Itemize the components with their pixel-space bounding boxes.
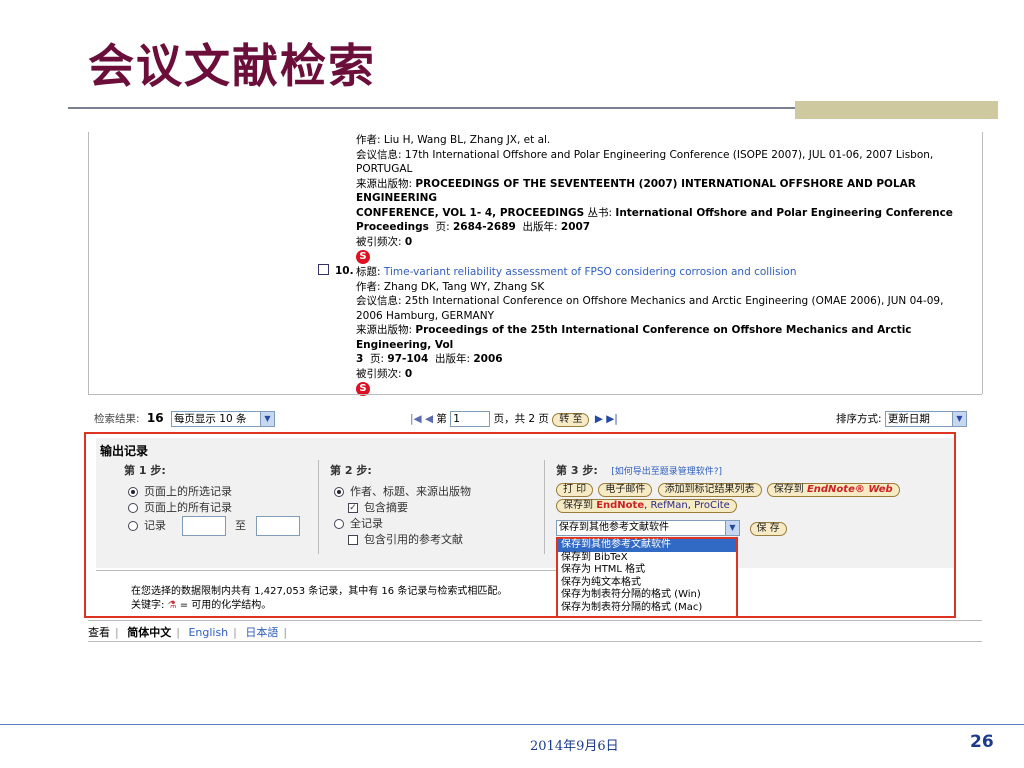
step1-radio-selected[interactable] xyxy=(128,487,138,497)
save-to-reference-button[interactable]: 保存到 EndNote, RefMan, ProCite xyxy=(556,499,737,513)
lang-simplified[interactable]: 简体中文 xyxy=(127,626,171,639)
step2-label: 第 2 步: xyxy=(330,464,372,477)
chevron-down-icon: ▼ xyxy=(951,412,966,426)
notice-text: 在您选择的数据限制内共有 1,427,053 条记录，其中有 16 条记录与检索… xyxy=(131,586,508,611)
range-to-input[interactable] xyxy=(255,516,300,536)
include-refs-checkbox[interactable] xyxy=(348,535,358,545)
range-from-input[interactable] xyxy=(181,516,226,536)
dropdown-option[interactable]: 保存为制表符分隔的格式 (Mac) xyxy=(558,602,736,615)
add-marked-list-button[interactable]: 添加到标记结果列表 xyxy=(657,483,762,497)
step1-radio-range[interactable] xyxy=(128,521,138,531)
results-bar: 检索结果: 16 每页显示 10 条 ▼ |◀ ◀ 第 1 页，共 2 页 转 至… xyxy=(88,405,982,433)
dropdown-option[interactable]: 保存为 HTML 格式 xyxy=(558,564,736,577)
export-format-select[interactable]: 保存到其他参考文献软件 ▼ xyxy=(556,520,740,536)
column-divider xyxy=(318,460,319,554)
chevron-down-icon: ▼ xyxy=(725,521,739,535)
record-10-title-link[interactable]: Time-variant reliability assessment of F… xyxy=(384,266,797,278)
print-button[interactable]: 打 印 xyxy=(556,483,594,497)
results-separator xyxy=(88,394,982,395)
dropdown-option[interactable]: 保存到其他参考文献软件 xyxy=(558,539,736,552)
next-page-icon[interactable]: ▶ xyxy=(595,413,603,425)
include-abstract-checkbox[interactable]: ✓ xyxy=(348,503,358,513)
output-heading: 输出记录 xyxy=(100,444,149,458)
frame-left-line xyxy=(88,132,89,394)
step2-options: 作者、标题、来源出版物 ✓ 包含摘要 全记录 包含引用的参考文献 xyxy=(334,484,471,548)
step3-buttons-row2: 保存到 EndNote, RefMan, ProCite xyxy=(556,499,739,513)
prev-page-icon[interactable]: ◀ xyxy=(425,413,433,425)
first-page-icon[interactable]: |◀ xyxy=(410,413,422,425)
step2-radio-full[interactable] xyxy=(334,519,344,529)
language-bar: 查看 | 简体中文 | English | 日本語 | xyxy=(88,626,288,639)
column-divider xyxy=(544,460,545,554)
go-button[interactable]: 转 至 xyxy=(552,413,590,427)
record-10-checkbox[interactable] xyxy=(318,264,329,275)
email-button[interactable]: 电子邮件 xyxy=(598,483,653,497)
step2-radio-basic[interactable] xyxy=(334,487,344,497)
step1-radio-all[interactable] xyxy=(128,503,138,513)
step3-header: 第 3 步: [如何导出至题录管理软件?] xyxy=(556,464,723,477)
record-9: 作者: Liu H, Wang BL, Zhang JX, et al. 会议信… xyxy=(356,134,953,264)
step1-label: 第 1 步: xyxy=(124,464,166,477)
notice-separator xyxy=(96,570,556,571)
sort-select[interactable]: 更新日期 ▼ xyxy=(884,411,967,427)
title-accent-bar xyxy=(795,101,998,119)
frame-right-line xyxy=(982,132,983,394)
record-10: 标题: Time-variant reliability assessment … xyxy=(356,266,944,396)
chemical-structure-icon: ⚗ xyxy=(167,600,177,611)
export-help-link[interactable]: [如何导出至题录管理软件?] xyxy=(611,467,722,477)
step3-buttons-row1: 打 印 电子邮件 添加到标记结果列表 保存到 EndNote® Web xyxy=(556,483,902,497)
lang-separator-top xyxy=(88,620,982,621)
footer-rule xyxy=(0,724,1024,725)
sfx-link-icon[interactable]: S xyxy=(356,250,370,264)
chevron-down-icon: ▼ xyxy=(259,412,274,426)
page-number-input[interactable]: 1 xyxy=(450,411,491,427)
lang-separator-bottom xyxy=(88,641,982,642)
lang-japanese[interactable]: 日本語 xyxy=(245,626,278,639)
record-10-number: 10. xyxy=(335,265,354,277)
save-endnote-web-button[interactable]: 保存到 EndNote® Web xyxy=(766,483,900,497)
slide-page-number: 26 xyxy=(970,732,994,752)
dropdown-option[interactable]: 保存为制表符分隔的格式 (Win) xyxy=(558,589,736,602)
slide-title: 会议文献检索 xyxy=(88,39,376,93)
slide-date: 2014年9月6日 xyxy=(530,739,619,754)
dropdown-option[interactable]: 保存为纯文本格式 xyxy=(558,577,736,590)
save-button[interactable]: 保 存 xyxy=(749,522,787,536)
per-page-select[interactable]: 每页显示 10 条 ▼ xyxy=(170,411,275,427)
step3-select-row: 保存到其他参考文献软件 ▼ 保 存 xyxy=(556,520,789,536)
export-format-dropdown[interactable]: 保存到其他参考文献软件 保存到 BibTeX 保存为 HTML 格式 保存为纯文… xyxy=(556,537,738,618)
lang-english[interactable]: English xyxy=(188,626,228,639)
dropdown-option[interactable]: 保存到 BibTeX xyxy=(558,552,736,565)
step1-options: 页面上的所选记录 页面上的所有记录 记录 至 xyxy=(128,484,300,536)
last-page-icon[interactable]: ▶| xyxy=(606,413,618,425)
